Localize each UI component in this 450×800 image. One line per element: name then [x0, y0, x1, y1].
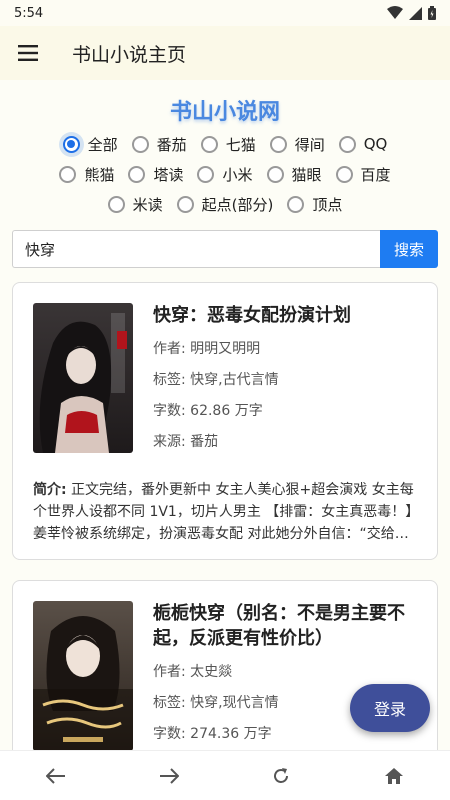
- source-label: 小米: [222, 165, 253, 184]
- home-button[interactable]: [369, 751, 419, 800]
- source-option-midu[interactable]: 米读: [107, 194, 163, 215]
- book-author: 作者: 太史燚: [153, 664, 233, 680]
- source-option-xiongmao[interactable]: 熊猫: [59, 164, 114, 185]
- back-button[interactable]: [31, 751, 81, 800]
- source-label: 百度: [360, 165, 391, 184]
- app-bar: 书山小说主页: [0, 26, 450, 80]
- source-option-qidian[interactable]: 起点(部分): [176, 194, 274, 215]
- book-cover-image[interactable]: [33, 601, 133, 750]
- radio-button[interactable]: [59, 165, 77, 183]
- source-option-xiaomi[interactable]: 小米: [197, 164, 253, 185]
- radio-button[interactable]: [287, 195, 305, 213]
- source-option-baidu[interactable]: 百度: [335, 164, 391, 185]
- source-label: 顶点: [312, 195, 343, 214]
- source-option-qq[interactable]: QQ: [338, 135, 388, 153]
- login-button[interactable]: 登录: [350, 684, 430, 732]
- book-source: 来源: 番茄: [153, 434, 219, 450]
- source-label: QQ: [363, 135, 388, 153]
- signal-icon: [409, 6, 422, 20]
- source-label: 猫眼: [291, 165, 322, 184]
- source-row-2: 熊猫 塔读 小米 猫眼 百度: [0, 162, 450, 186]
- source-label: 熊猫: [84, 165, 115, 184]
- radio-button[interactable]: [131, 135, 149, 153]
- source-option-fanqie[interactable]: 番茄: [131, 134, 187, 155]
- intro-label: 简介:: [33, 482, 67, 498]
- wifi-icon: [387, 6, 403, 19]
- radio-button[interactable]: [62, 135, 80, 153]
- source-label: 起点(部分): [201, 195, 274, 214]
- radio-button[interactable]: [269, 135, 287, 153]
- source-option-dingdian[interactable]: 顶点: [287, 194, 342, 215]
- refresh-icon: [274, 767, 289, 783]
- arrow-left-icon: [46, 767, 66, 784]
- book-intro: 简介: 正文完结，番外更新中 女主人美心狠+超会演戏 女主每个世界人设都不同 1…: [33, 479, 421, 545]
- radio-button[interactable]: [107, 195, 125, 213]
- radio-button[interactable]: [200, 135, 218, 153]
- radio-button[interactable]: [335, 165, 353, 183]
- radio-button[interactable]: [128, 165, 146, 183]
- book-title[interactable]: 栀栀快穿（别名：不是男主要不起，反派更有性价比）: [153, 601, 421, 651]
- source-row-3: 米读 起点(部分) 顶点: [0, 192, 450, 216]
- source-option-tadu[interactable]: 塔读: [128, 164, 183, 185]
- status-time: 5:54: [14, 5, 44, 21]
- main-content[interactable]: 书山小说网 全部 番茄 七猫 得间 QQ 熊猫 塔读 小米 猫眼 百度 米读 起…: [0, 80, 450, 750]
- source-label: 米读: [132, 195, 163, 214]
- radio-button[interactable]: [176, 195, 194, 213]
- radio-button[interactable]: [197, 165, 215, 183]
- source-label: 全部: [87, 135, 118, 154]
- refresh-button[interactable]: [256, 751, 306, 800]
- search-bar: 搜索: [12, 230, 438, 268]
- source-option-qimao[interactable]: 七猫: [200, 134, 256, 155]
- book-word-count: 字数: 62.86 万字: [153, 403, 263, 419]
- book-tags: 标签: 快穿,古代言情: [153, 372, 279, 388]
- source-label: 塔读: [153, 165, 184, 184]
- book-author: 作者: 明明又明明: [153, 341, 261, 357]
- source-option-dejian[interactable]: 得间: [269, 134, 325, 155]
- source-option-all[interactable]: 全部: [62, 134, 118, 155]
- source-label: 七猫: [225, 135, 256, 154]
- bottom-nav: [0, 750, 450, 800]
- search-button[interactable]: 搜索: [380, 230, 438, 268]
- arrow-right-icon: [159, 767, 179, 784]
- status-icons: [387, 6, 436, 20]
- source-option-maoyan[interactable]: 猫眼: [266, 164, 322, 185]
- app-title: 书山小说主页: [72, 43, 187, 66]
- intro-text: 正文完结，番外更新中 女主人美心狠+超会演戏 女主每个世界人设都不同 1V1，切…: [33, 482, 420, 542]
- home-icon: [384, 767, 403, 784]
- source-row-1: 全部 番茄 七猫 得间 QQ: [0, 132, 450, 156]
- menu-icon: [18, 45, 38, 61]
- book-cover-image[interactable]: [33, 303, 133, 453]
- source-label: 番茄: [156, 135, 187, 154]
- source-label: 得间: [294, 135, 325, 154]
- menu-button[interactable]: [0, 26, 56, 80]
- search-input[interactable]: [12, 230, 380, 268]
- book-card[interactable]: 快穿：恶毒女配扮演计划 作者: 明明又明明 标签: 快穿,古代言情 字数: 62…: [12, 282, 438, 560]
- radio-button[interactable]: [338, 135, 356, 153]
- battery-icon: [428, 6, 436, 20]
- book-title[interactable]: 快穿：恶毒女配扮演计划: [153, 303, 421, 328]
- site-title: 书山小说网: [169, 100, 280, 125]
- radio-button[interactable]: [266, 165, 284, 183]
- forward-button[interactable]: [144, 751, 194, 800]
- status-bar: 5:54: [0, 0, 450, 26]
